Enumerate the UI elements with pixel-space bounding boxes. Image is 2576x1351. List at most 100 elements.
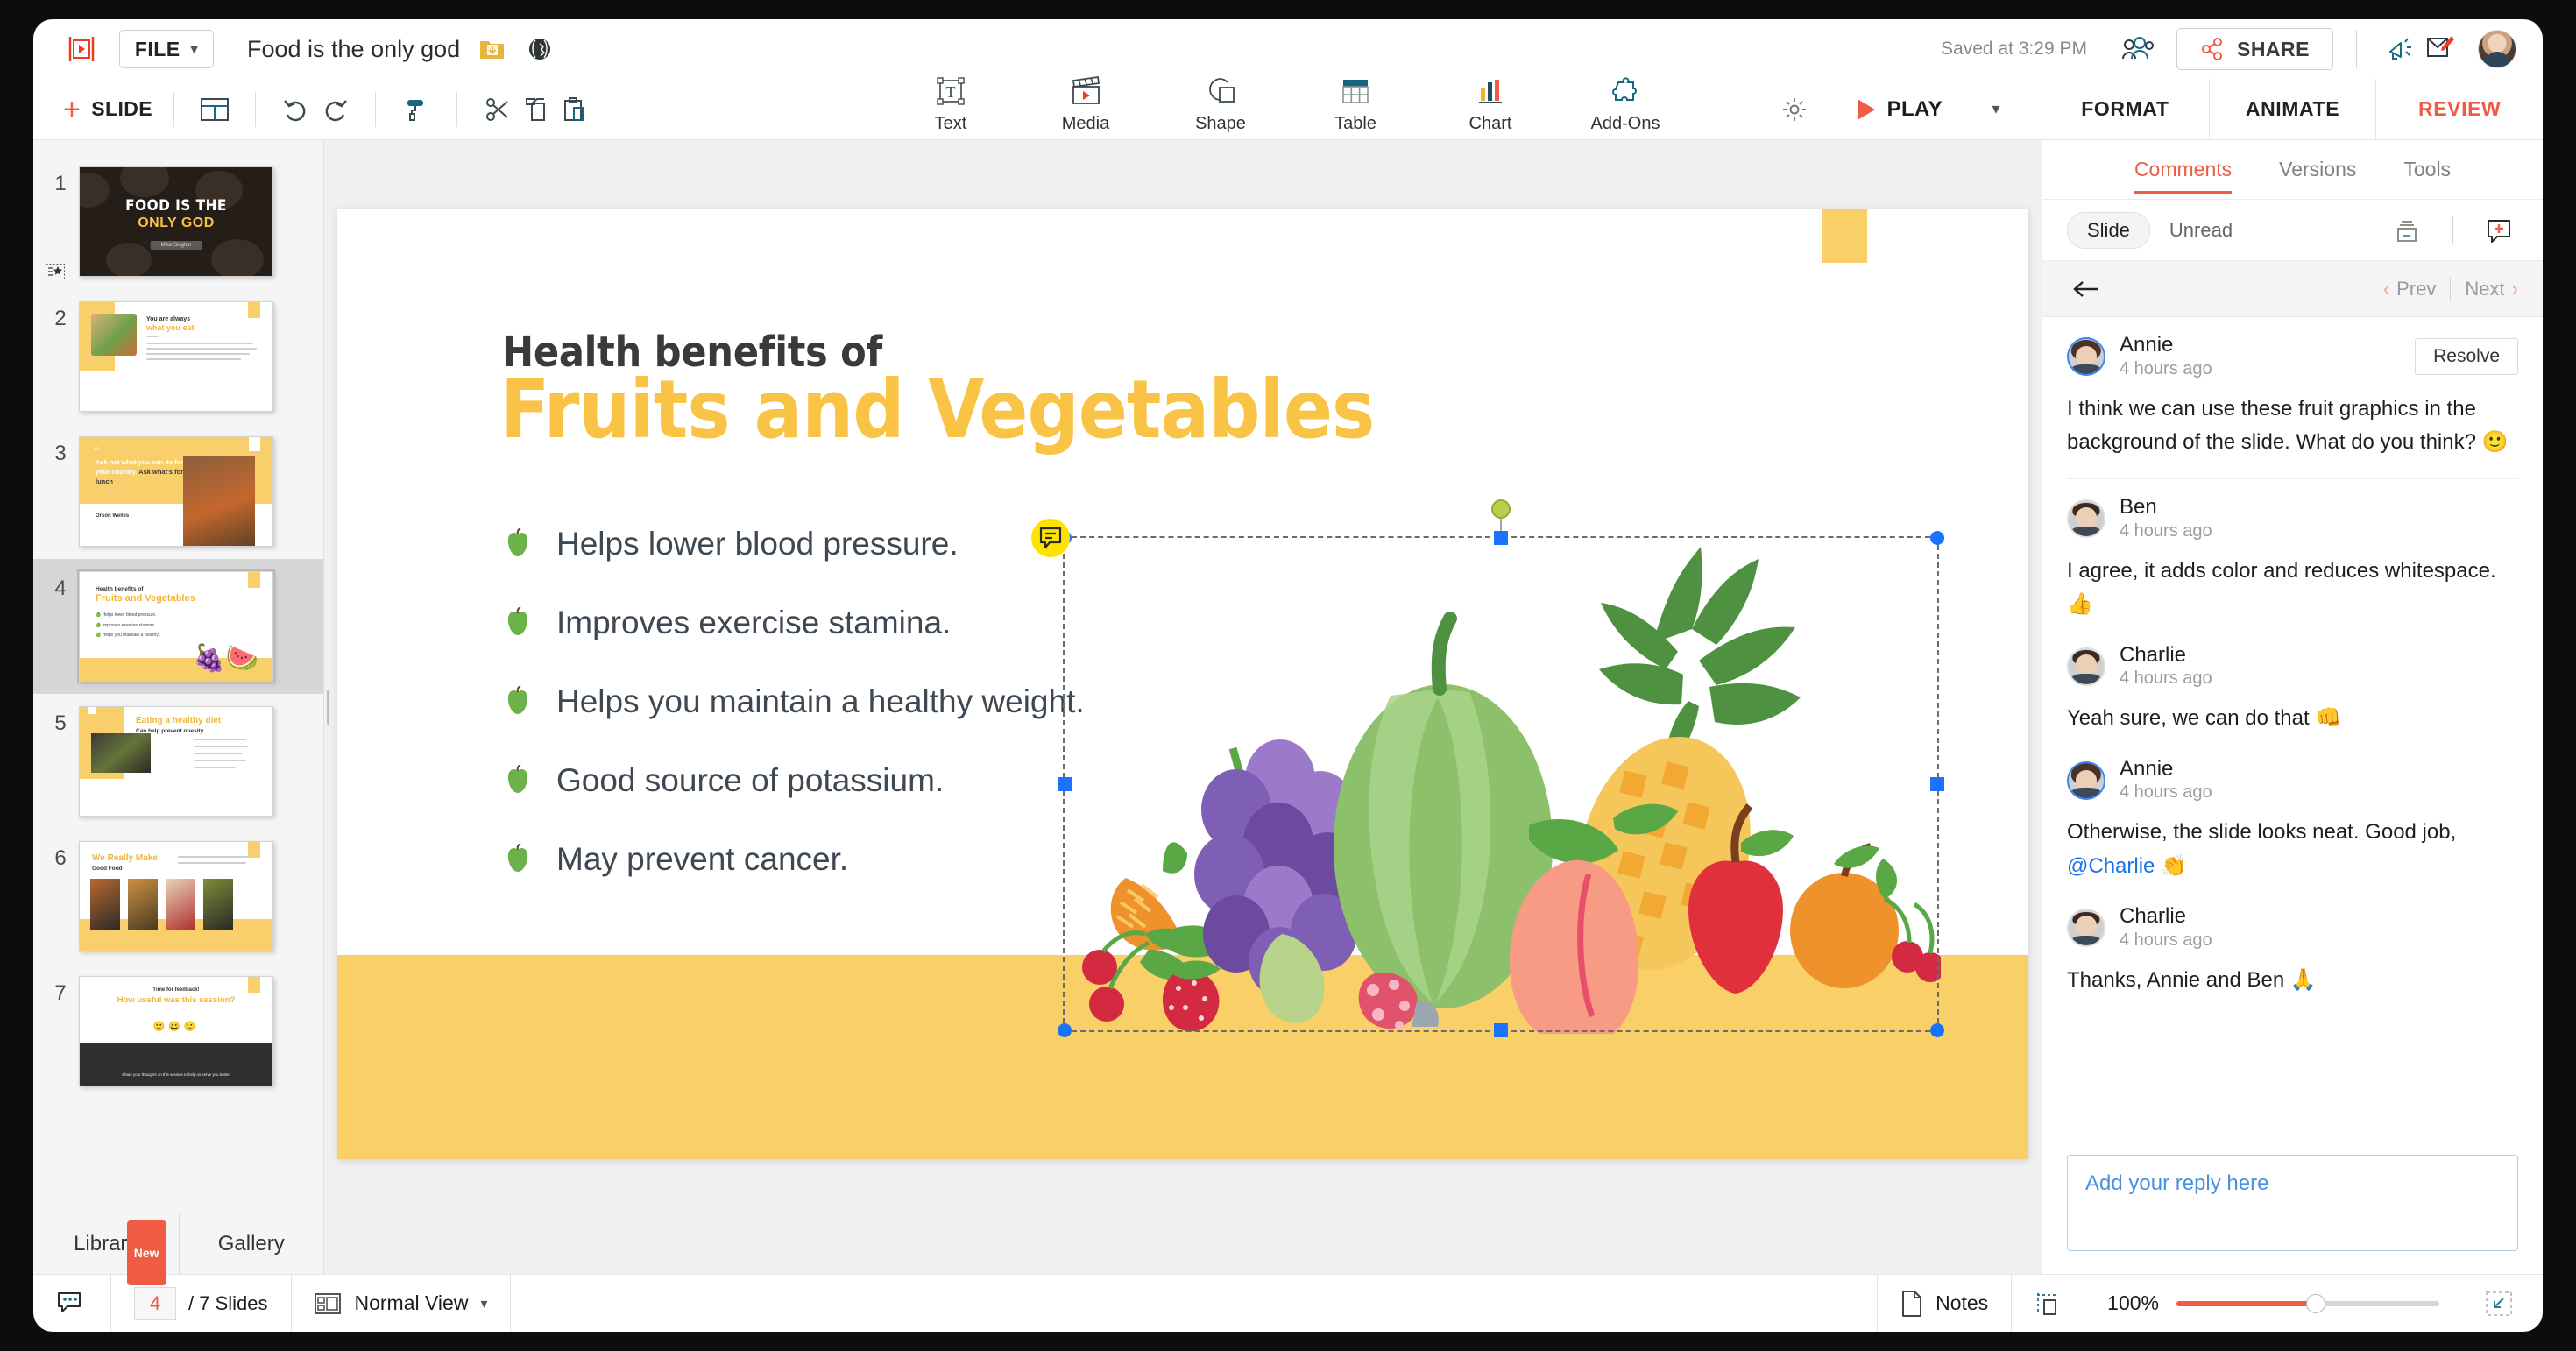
subtab-comments[interactable]: Comments: [2134, 158, 2233, 194]
archive-inbox-icon[interactable]: [2388, 211, 2426, 250]
slide-canvas[interactable]: Health benefits of Fruits and Vegetables…: [337, 209, 2028, 1159]
cut-scissors-icon[interactable]: [478, 90, 517, 129]
copy-icon[interactable]: [517, 90, 556, 129]
user-avatar[interactable]: [2478, 30, 2516, 68]
tool-shape[interactable]: Shape: [1181, 75, 1260, 134]
tool-addons[interactable]: Add-Ons: [1586, 75, 1665, 134]
tool-table[interactable]: Table: [1316, 75, 1395, 134]
bullet-item[interactable]: Helps lower blood pressure.: [504, 505, 1085, 584]
announcements-megaphone-icon[interactable]: [2380, 29, 2420, 69]
thumbnail-preview[interactable]: Health benefits of Fruits and Vegetables…: [77, 569, 275, 683]
file-menu-button[interactable]: FILE ▾: [119, 30, 214, 68]
current-slide-input[interactable]: 4: [134, 1286, 176, 1320]
slide-thumbnail-2[interactable]: 2 You are always what you eat: [33, 289, 323, 424]
comment-thread-list[interactable]: Annie 4 hours ago Resolve I think we can…: [2042, 317, 2543, 1141]
image-selection-box[interactable]: [1031, 499, 1944, 1037]
thumbnail-preview[interactable]: “ Ask not what you can do for your count…: [79, 436, 273, 547]
subtab-tools[interactable]: Tools: [2403, 158, 2451, 181]
guides-toggle[interactable]: [2012, 1275, 2084, 1332]
resize-handle-bottom-left[interactable]: [1058, 1023, 1072, 1037]
comment-mention[interactable]: @Charlie: [2067, 854, 2155, 878]
slide-thumbnail-5[interactable]: 5 Eating a healthy diet Can help prevent…: [33, 694, 323, 829]
next-comment-button[interactable]: Next ›: [2465, 278, 2518, 301]
slide-thumbnail-3[interactable]: 3 “ Ask not what you can do for your cou…: [33, 424, 323, 559]
resize-handle-middle-left[interactable]: [1058, 777, 1072, 791]
avatar[interactable]: [2067, 499, 2105, 539]
tab-format[interactable]: FORMAT: [2042, 79, 2209, 140]
slides-list[interactable]: 1 FOOD IS THE ONLY GOD Mike Sington 2 Yo…: [33, 140, 323, 1213]
paste-icon[interactable]: [556, 90, 594, 129]
filter-slide[interactable]: Slide: [2067, 211, 2150, 249]
rotate-handle[interactable]: [1491, 499, 1511, 519]
slide-bullet-list[interactable]: Helps lower blood pressure. Improves exe…: [504, 505, 1085, 899]
play-options-chevron-icon[interactable]: ▾: [1977, 90, 2015, 129]
comment-pin-badge[interactable]: [1031, 519, 1070, 557]
comment-reply[interactable]: Charlie 4 hours ago Yeah sure, we can do…: [2067, 627, 2518, 741]
chat-button[interactable]: [33, 1275, 110, 1332]
slide-title-line2[interactable]: Fruits and Vegetables: [500, 367, 1375, 453]
tool-media[interactable]: Media: [1046, 75, 1125, 134]
add-comment-icon[interactable]: [2480, 211, 2518, 250]
prev-comment-button[interactable]: ‹ Prev: [2383, 278, 2437, 301]
play-button[interactable]: PLAY: [1849, 97, 1951, 122]
slide-thumbnail-4[interactable]: 4 Health benefits of Fruits and Vegetabl…: [33, 559, 323, 694]
fit-to-screen-button[interactable]: [2462, 1275, 2543, 1332]
thumbnail-preview[interactable]: Eating a healthy diet Can help prevent o…: [79, 706, 273, 817]
thumbnail-preview[interactable]: We Really Make Good Food: [79, 841, 273, 951]
undo-icon[interactable]: [277, 90, 315, 129]
filter-unread[interactable]: Unread: [2162, 213, 2240, 248]
resize-handle-bottom-right[interactable]: [1930, 1023, 1944, 1037]
slide-thumbnail-6[interactable]: 6 We Really Make Good Food: [33, 829, 323, 964]
slide-thumbnail-7[interactable]: 7 Time for feedback! How useful was this…: [33, 964, 323, 1099]
panel-resize-handle[interactable]: [324, 687, 331, 727]
back-arrow-icon[interactable]: [2067, 270, 2105, 308]
avatar[interactable]: [2067, 336, 2105, 376]
resize-handle-top-center[interactable]: [1494, 531, 1508, 545]
bullet-item[interactable]: Improves exercise stamina.: [504, 584, 1085, 662]
comment-reply[interactable]: Annie 4 hours ago Otherwise, the slide l…: [2067, 741, 2518, 888]
format-painter-icon[interactable]: [397, 90, 435, 129]
redo-icon[interactable]: [315, 90, 354, 129]
comment-root[interactable]: Annie 4 hours ago Resolve I think we can…: [2067, 317, 2518, 480]
resize-handle-bottom-center[interactable]: [1494, 1023, 1508, 1037]
save-to-folder-icon[interactable]: [478, 34, 507, 64]
thumbnail-preview[interactable]: You are always what you eat: [79, 301, 273, 412]
tab-review[interactable]: REVIEW: [2375, 78, 2543, 140]
slide-transition-icon[interactable]: [46, 264, 65, 284]
comment-reply[interactable]: Charlie 4 hours ago Thanks, Annie and Be…: [2067, 888, 2518, 1002]
share-button[interactable]: SHARE: [2176, 28, 2333, 70]
reply-input[interactable]: Add your reply here: [2067, 1155, 2518, 1251]
bullet-item[interactable]: Good source of potassium.: [504, 741, 1085, 820]
tab-gallery[interactable]: Gallery: [178, 1213, 324, 1275]
notes-button[interactable]: Notes: [1878, 1275, 2011, 1332]
app-logo-icon[interactable]: [63, 31, 100, 67]
avatar[interactable]: [2067, 908, 2105, 947]
zoom-control: 100%: [2084, 1275, 2462, 1332]
tool-chart[interactable]: Chart: [1451, 75, 1530, 134]
add-slide-button[interactable]: + SLIDE: [63, 95, 152, 124]
avatar[interactable]: [2067, 647, 2105, 686]
feedback-edit-icon[interactable]: [2420, 29, 2460, 69]
tool-text[interactable]: T Text: [911, 75, 990, 134]
thumbnail-preview[interactable]: Time for feedback! How useful was this s…: [79, 976, 273, 1086]
bullet-item[interactable]: May prevent cancer.: [504, 820, 1085, 899]
view-mode-selector[interactable]: Normal View ▾: [292, 1275, 511, 1332]
zoom-slider-knob[interactable]: [2306, 1293, 2325, 1313]
resize-handle-middle-right[interactable]: [1930, 777, 1944, 791]
comment-reply[interactable]: Ben 4 hours ago I agree, it adds color a…: [2067, 479, 2518, 626]
globe-icon[interactable]: [525, 34, 555, 64]
avatar[interactable]: [2067, 760, 2105, 800]
slide-thumbnail-1[interactable]: 1 FOOD IS THE ONLY GOD Mike Sington: [33, 154, 323, 289]
tab-animate[interactable]: ANIMATE: [2208, 78, 2376, 140]
subtab-versions[interactable]: Versions: [2279, 158, 2356, 181]
resolve-button[interactable]: Resolve: [2415, 337, 2518, 375]
resize-handle-top-right[interactable]: [1930, 531, 1944, 545]
settings-gear-icon[interactable]: [1775, 90, 1814, 129]
zoom-slider[interactable]: [2176, 1293, 2439, 1313]
tab-library[interactable]: Library New: [33, 1213, 179, 1285]
collaborators-icon[interactable]: [2119, 30, 2157, 68]
document-title[interactable]: Food is the only god: [247, 36, 460, 63]
thumbnail-preview[interactable]: FOOD IS THE ONLY GOD Mike Sington: [79, 166, 273, 277]
layout-icon[interactable]: [195, 90, 234, 129]
bullet-item[interactable]: Helps you maintain a healthy weight.: [504, 662, 1085, 741]
